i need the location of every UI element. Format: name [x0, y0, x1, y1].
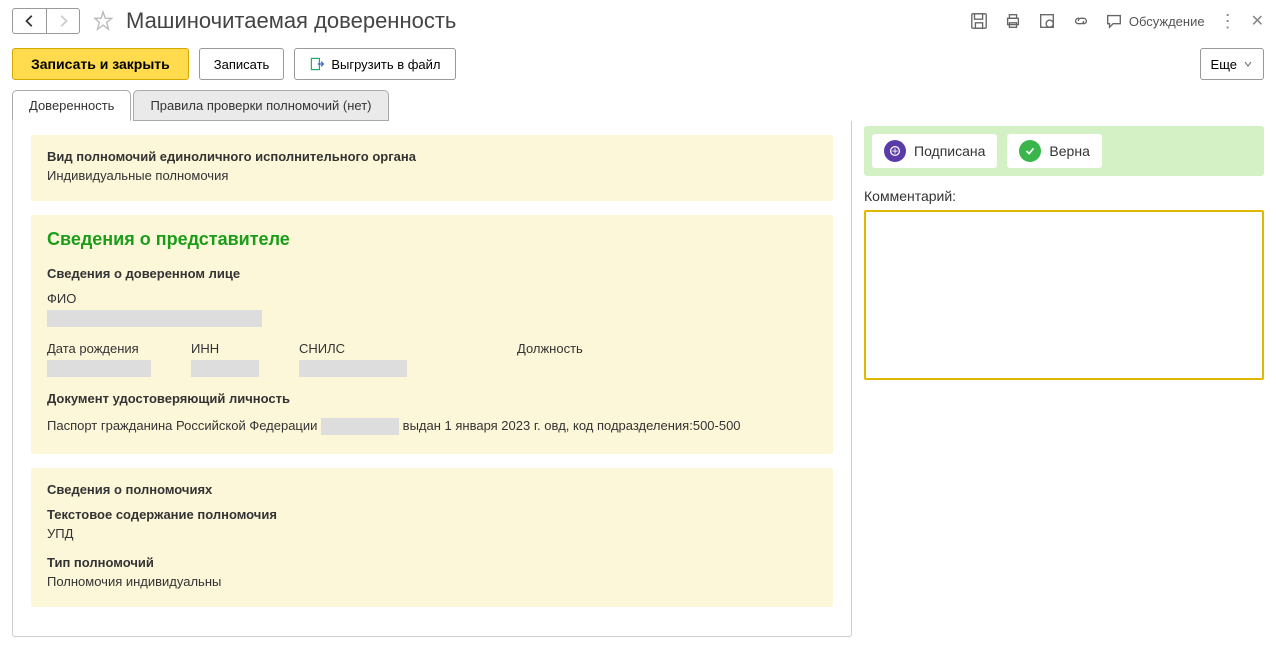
save-icon[interactable] [969, 11, 989, 31]
tab-poa[interactable]: Доверенность [12, 90, 131, 121]
birth-label: Дата рождения [47, 341, 151, 356]
snils-label: СНИЛС [299, 341, 407, 356]
main-scroll-panel[interactable]: Вид полномочий единоличного исполнительн… [12, 121, 852, 637]
inn-label: ИНН [191, 341, 259, 356]
passport-number [321, 418, 399, 435]
status-valid-label: Верна [1049, 143, 1089, 159]
fio-label: ФИО [47, 291, 817, 306]
status-signed-label: Подписана [914, 143, 985, 159]
kebab-menu-icon[interactable]: ⋮ [1219, 11, 1237, 32]
close-icon[interactable]: ✕ [1251, 11, 1264, 31]
id-doc-text: Паспорт гражданина Российской Федерации … [47, 416, 817, 436]
authority-type-block: Вид полномочий единоличного исполнительн… [31, 135, 833, 201]
page-title: Машиночитаемая доверенность [126, 8, 969, 34]
nav-forward-button[interactable] [46, 8, 80, 34]
status-signed: Подписана [872, 134, 997, 168]
representative-block: Сведения о представителе Сведения о дове… [31, 215, 833, 454]
trustee-heading: Сведения о доверенном лице [47, 266, 817, 281]
comment-label: Комментарий: [864, 188, 1264, 204]
discuss-label: Обсуждение [1129, 14, 1205, 29]
birth-value [47, 360, 151, 377]
powers-block: Сведения о полномочиях Текстовое содержа… [31, 468, 833, 607]
save-button[interactable]: Записать [199, 48, 285, 80]
snils-value [299, 360, 407, 377]
nav-back-button[interactable] [12, 8, 46, 34]
report-icon[interactable] [1037, 11, 1057, 31]
powers-type-value: Полномочия индивидуальны [47, 574, 817, 589]
check-icon [1019, 140, 1041, 162]
tab-rules[interactable]: Правила проверки полномочий (нет) [133, 90, 388, 121]
export-button[interactable]: Выгрузить в файл [294, 48, 455, 80]
comment-input[interactable] [864, 210, 1264, 380]
status-valid: Верна [1007, 134, 1101, 168]
fio-value [47, 310, 262, 327]
more-label: Еще [1211, 57, 1237, 72]
export-label: Выгрузить в файл [331, 57, 440, 72]
save-close-button[interactable]: Записать и закрыть [12, 48, 189, 80]
discuss-button[interactable]: Обсуждение [1105, 12, 1205, 30]
status-bar: Подписана Верна [864, 126, 1264, 176]
id-doc-heading: Документ удостоверяющий личность [47, 391, 817, 406]
inn-value [191, 360, 259, 377]
authority-type-heading: Вид полномочий единоличного исполнительн… [47, 149, 817, 164]
more-button[interactable]: Еще [1200, 48, 1264, 80]
representative-title: Сведения о представителе [47, 229, 817, 250]
powers-heading: Сведения о полномочиях [47, 482, 817, 497]
position-label: Должность [517, 341, 583, 356]
favorite-icon[interactable] [90, 8, 116, 34]
powers-text-value: УПД [47, 526, 817, 541]
stamp-icon [884, 140, 906, 162]
powers-text-heading: Текстовое содержание полномочия [47, 507, 817, 522]
link-icon[interactable] [1071, 11, 1091, 31]
print-icon[interactable] [1003, 11, 1023, 31]
powers-type-heading: Тип полномочий [47, 555, 817, 570]
authority-type-text: Индивидуальные полномочия [47, 168, 817, 183]
